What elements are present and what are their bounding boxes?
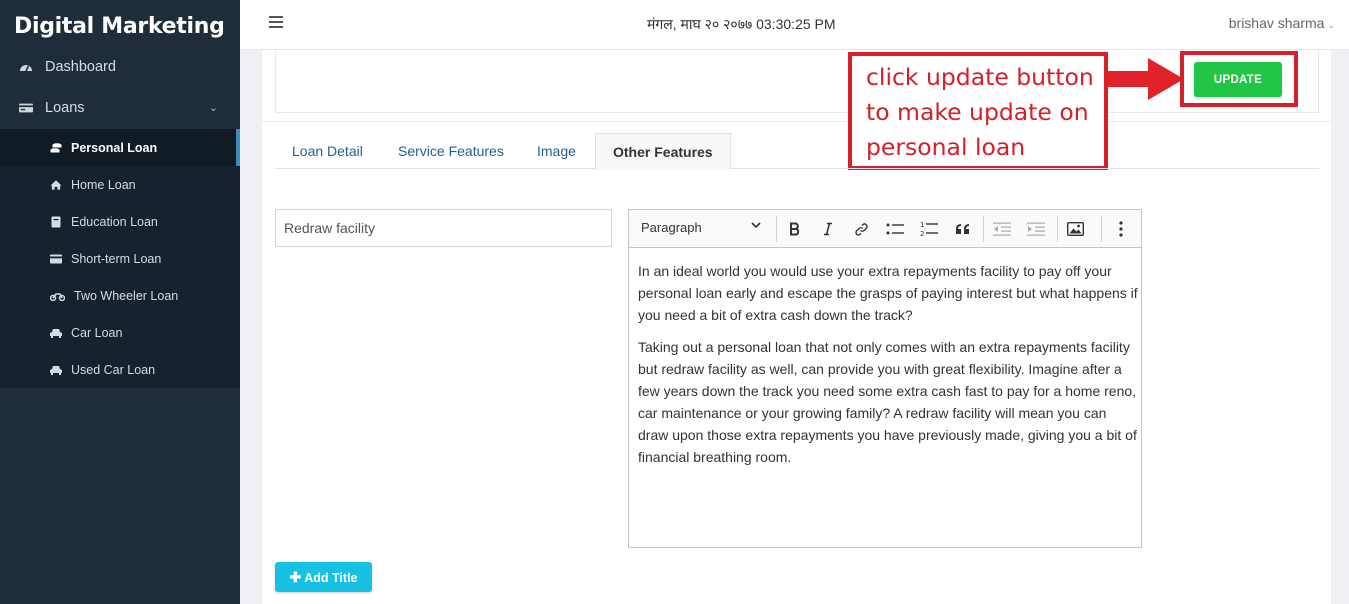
sidebar-item-dashboard[interactable]: Dashboard [0,49,240,85]
user-menu[interactable]: brishav sharma ⌄ [1229,15,1335,31]
editor-toolbar: Paragraph 12 [629,210,1141,248]
user-name: brishav sharma [1228,15,1325,31]
bulleted-list-icon[interactable] [884,218,906,240]
top-bar: मंगल, माघ २० २०७७ 03:30:25 PM brishav sh… [240,0,1349,50]
sidebar: Digital Marketing Dashboard Loans ⌄ Pers… [0,0,240,604]
numbered-list-icon[interactable]: 12 [918,218,940,240]
link-icon[interactable] [850,218,872,240]
toolbar-separator [983,216,984,242]
tab-bar: Loan Detail Service Features Image Other… [275,133,1319,170]
sidebar-item-personal-loan[interactable]: Personal Loan [0,129,240,166]
more-options-icon[interactable] [1110,218,1132,240]
home-icon [50,179,62,191]
toolbar-separator [1101,216,1102,242]
sidebar-item-label: Two Wheeler Loan [74,288,179,303]
divider [262,121,1331,122]
loans-submenu: Personal Loan Home Loan Education Loan S… [0,129,240,388]
dashboard-icon [19,60,33,74]
toolbar-separator [776,216,777,242]
sidebar-item-label: Car Loan [71,325,123,340]
outdent-icon[interactable] [991,218,1013,240]
sidebar-item-education-loan[interactable]: Education Loan [0,203,240,240]
annotation-line: click update button [866,63,1094,91]
datetime-display: मंगल, माघ २० २०७७ 03:30:25 PM [647,16,836,32]
sidebar-item-used-car-loan[interactable]: Used Car Loan [0,351,240,388]
sidebar-item-label: Short-term Loan [71,251,162,266]
card-icon [50,253,62,265]
sidebar-item-label: Dashboard [45,59,116,75]
sidebar-item-car-loan[interactable]: Car Loan [0,314,240,351]
toolbar-separator [1057,216,1058,242]
insert-image-icon[interactable] [1064,218,1086,240]
annotation-arrow-icon [1108,58,1184,100]
editor-paragraph: In an ideal world you would use your ext… [638,263,1138,323]
tab-loan-detail[interactable]: Loan Detail [292,133,363,169]
add-title-label: Add Title [304,570,358,585]
blockquote-icon[interactable] [952,218,974,240]
bold-icon[interactable] [784,218,806,240]
coins-icon [50,142,62,154]
sidebar-item-label: Education Loan [71,214,158,229]
sidebar-item-home-loan[interactable]: Home Loan [0,166,240,203]
update-button[interactable]: UPDATE [1194,62,1282,97]
plus-icon: ✚ [289,568,302,585]
feature-title-input[interactable] [275,209,612,247]
editor-content[interactable]: In an ideal world you would use your ext… [638,260,1138,478]
italic-icon[interactable] [817,218,839,240]
paragraph-style-select[interactable]: Paragraph [641,220,765,235]
loans-icon [19,101,33,115]
car-icon [50,364,62,376]
chevron-down-icon: ⌄ [1327,20,1335,30]
indent-icon[interactable] [1025,218,1047,240]
editor-paragraph: Taking out a personal loan that not only… [638,339,1137,465]
rich-text-editor: Paragraph 12 In an ideal world you would… [628,209,1142,548]
chevron-down-icon [751,220,761,232]
motorcycle-icon [50,290,65,302]
book-icon [50,216,62,228]
chevron-down-icon: ⌄ [208,102,218,114]
sidebar-item-short-term-loan[interactable]: Short-term Loan [0,240,240,277]
annotation-line: to make update on [866,98,1089,126]
sidebar-item-label: Personal Loan [71,140,158,155]
paragraph-style-value: Paragraph [641,220,702,235]
car-icon [50,327,62,339]
tab-other-features[interactable]: Other Features [595,133,731,170]
sidebar-item-label: Used Car Loan [71,362,156,377]
sidebar-item-loans[interactable]: Loans ⌄ [0,90,240,126]
sidebar-item-label: Home Loan [71,177,136,192]
add-title-button[interactable]: ✚ Add Title [275,562,372,592]
sidebar-item-label: Loans [45,100,85,116]
tab-image[interactable]: Image [537,133,576,169]
svg-text:2: 2 [920,230,924,237]
sidebar-item-two-wheeler-loan[interactable]: Two Wheeler Loan [0,277,240,314]
svg-text:1: 1 [920,221,924,229]
menu-toggle-icon[interactable] [269,16,283,28]
tab-service-features[interactable]: Service Features [398,133,504,169]
